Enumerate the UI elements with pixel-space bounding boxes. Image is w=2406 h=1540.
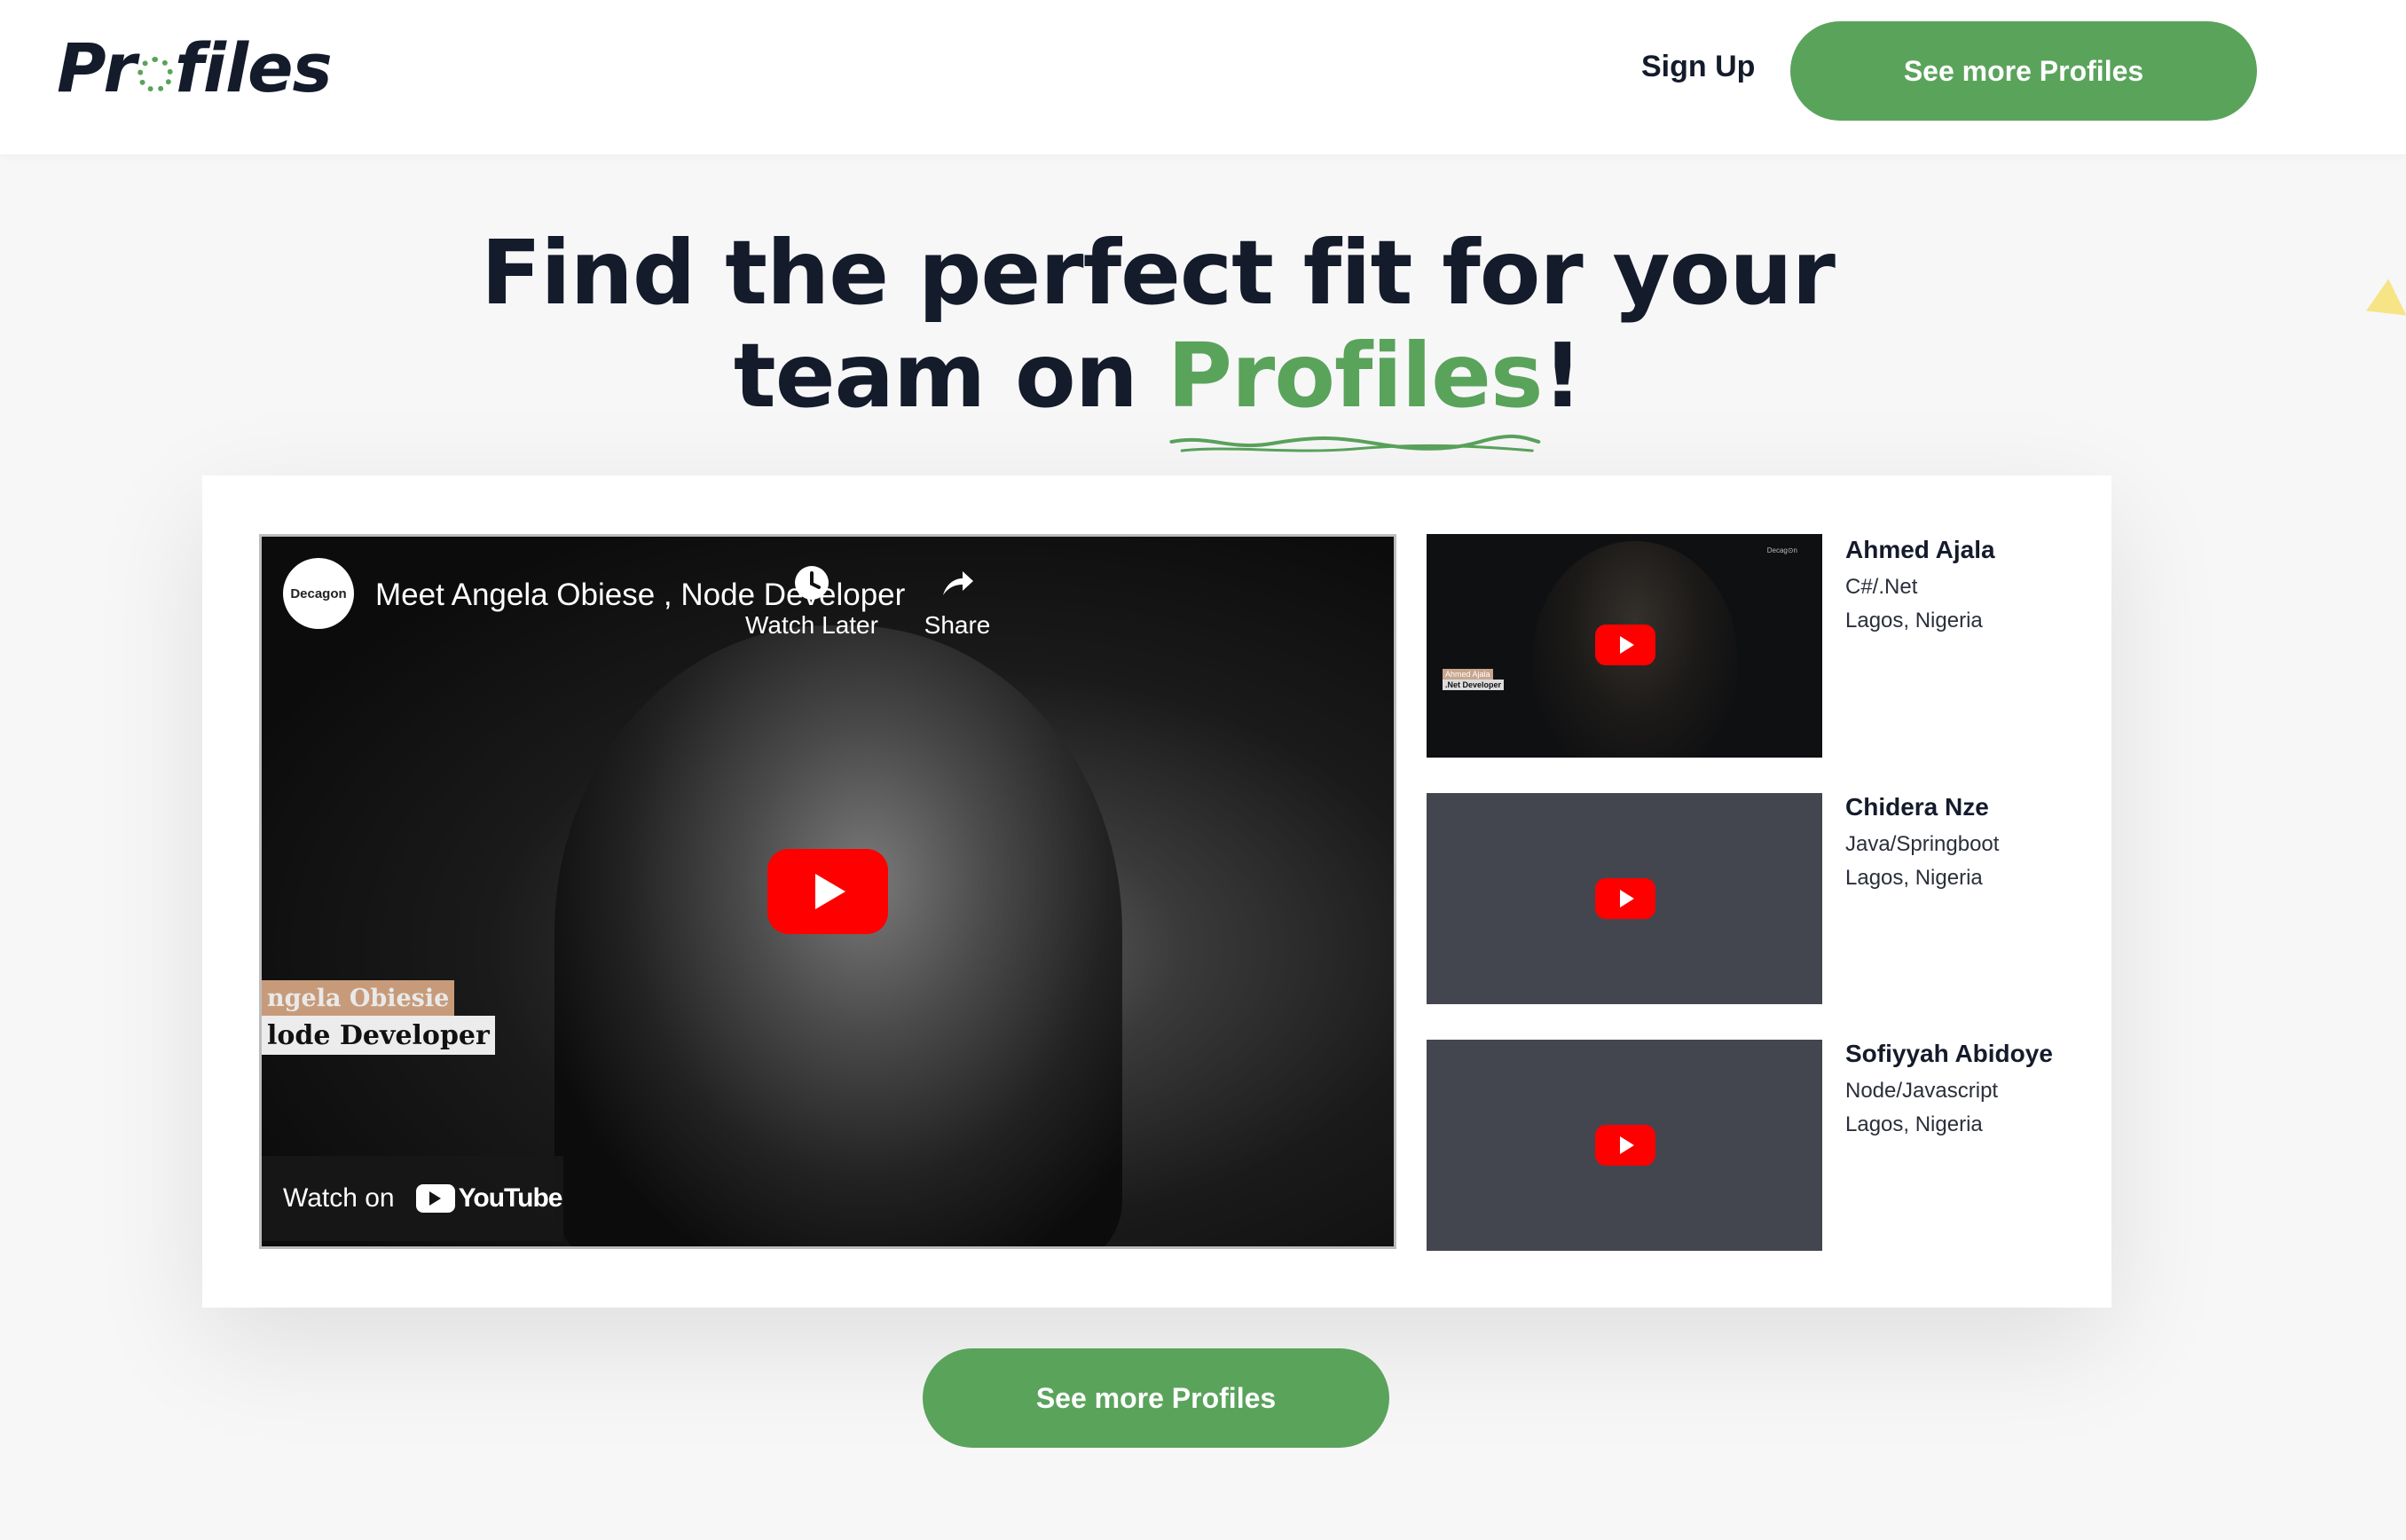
- profile-name[interactable]: Sofiyyah Abidoye: [1845, 1040, 2053, 1068]
- share-arrow-icon: [943, 571, 973, 595]
- profile-video-thumbnail[interactable]: [1427, 1040, 1822, 1251]
- hero-line-2: team on Profiles!: [0, 324, 2316, 452]
- share-button[interactable]: Share: [886, 563, 1028, 640]
- video-subject: [554, 625, 1122, 1246]
- profile-info: Sofiyyah Abidoye Node/Javascript Lagos, …: [1845, 1040, 2053, 1137]
- profile-stack: Java/Springboot: [1845, 832, 2000, 856]
- watch-later-label: Watch Later: [745, 611, 878, 639]
- profile-location: Lagos, Nigeria: [1845, 609, 1983, 632]
- watch-on-youtube-button[interactable]: Watch on YouTube: [262, 1156, 563, 1241]
- play-button-icon[interactable]: [1595, 1125, 1655, 1166]
- lower-third-name: ngela Obiesie: [262, 980, 455, 1016]
- thumbnail-label-name: Ahmed Ajala: [1443, 669, 1493, 680]
- main-video-player[interactable]: Decagon Meet Angela Obiese , Node Develo…: [259, 534, 1396, 1249]
- see-more-profiles-button[interactable]: See more Profiles: [923, 1348, 1389, 1448]
- hero-line-2-start: team on: [733, 324, 1168, 428]
- profile-location: Lagos, Nigeria: [1845, 866, 1983, 890]
- hero-heading: Find the perfect fit for your team on Pr…: [0, 221, 2316, 452]
- hero-highlight: Profiles: [1167, 324, 1544, 452]
- site-header: Pr files Sign Up See more Profiles: [0, 0, 2406, 154]
- lower-third-role: lode Developer: [262, 1016, 495, 1055]
- profile-location: Lagos, Nigeria: [1845, 1112, 1983, 1136]
- decorative-triangle-shape: [2365, 279, 2406, 332]
- hero-line-1: Find the perfect fit for your: [481, 221, 1836, 325]
- youtube-logo: YouTube: [415, 1183, 563, 1214]
- play-button-icon[interactable]: [1595, 625, 1655, 665]
- profile-stack: Node/Javascript: [1845, 1079, 1999, 1103]
- watch-on-label: Watch on: [283, 1183, 395, 1213]
- profile-video-thumbnail[interactable]: [1427, 793, 1822, 1004]
- profile-info: Chidera Nze Java/Springboot Lagos, Niger…: [1845, 793, 1999, 891]
- logo-text-start: Pr: [57, 28, 137, 107]
- channel-avatar[interactable]: Decagon: [283, 558, 354, 629]
- header-see-more-profiles-button[interactable]: See more Profiles: [1790, 21, 2257, 121]
- profiles-card: Decagon Meet Angela Obiese , Node Develo…: [202, 475, 2111, 1308]
- watch-later-button[interactable]: Watch Later: [741, 563, 883, 640]
- youtube-play-icon: [415, 1184, 455, 1213]
- thumbnail-logo: Decag⊙n: [1766, 546, 1797, 554]
- youtube-wordmark: YouTube: [458, 1183, 563, 1213]
- profile-stack: C#/.Net: [1845, 575, 1918, 599]
- share-label: Share: [924, 611, 991, 639]
- play-button-icon[interactable]: [767, 849, 888, 934]
- profile-video-thumbnail[interactable]: Decag⊙n Ahmed Ajala .Net Developer: [1427, 534, 1822, 758]
- play-button-icon[interactable]: [1595, 878, 1655, 919]
- hero-line-2-end: !: [1542, 324, 1583, 428]
- logo-text-end: files: [174, 28, 333, 107]
- logo-ring-icon: [137, 56, 173, 92]
- profile-name[interactable]: Ahmed Ajala: [1845, 536, 1995, 564]
- squiggle-underline-icon: [1169, 434, 1541, 452]
- sign-up-link[interactable]: Sign Up: [1641, 50, 1755, 84]
- hero-highlight-text: Profiles: [1167, 324, 1544, 428]
- clock-icon: [795, 566, 829, 600]
- thumbnail-label-role: .Net Developer: [1443, 680, 1505, 690]
- profile-info: Ahmed Ajala C#/.Net Lagos, Nigeria: [1845, 536, 1995, 633]
- profile-name[interactable]: Chidera Nze: [1845, 793, 1999, 821]
- profiles-logo[interactable]: Pr files: [57, 28, 333, 107]
